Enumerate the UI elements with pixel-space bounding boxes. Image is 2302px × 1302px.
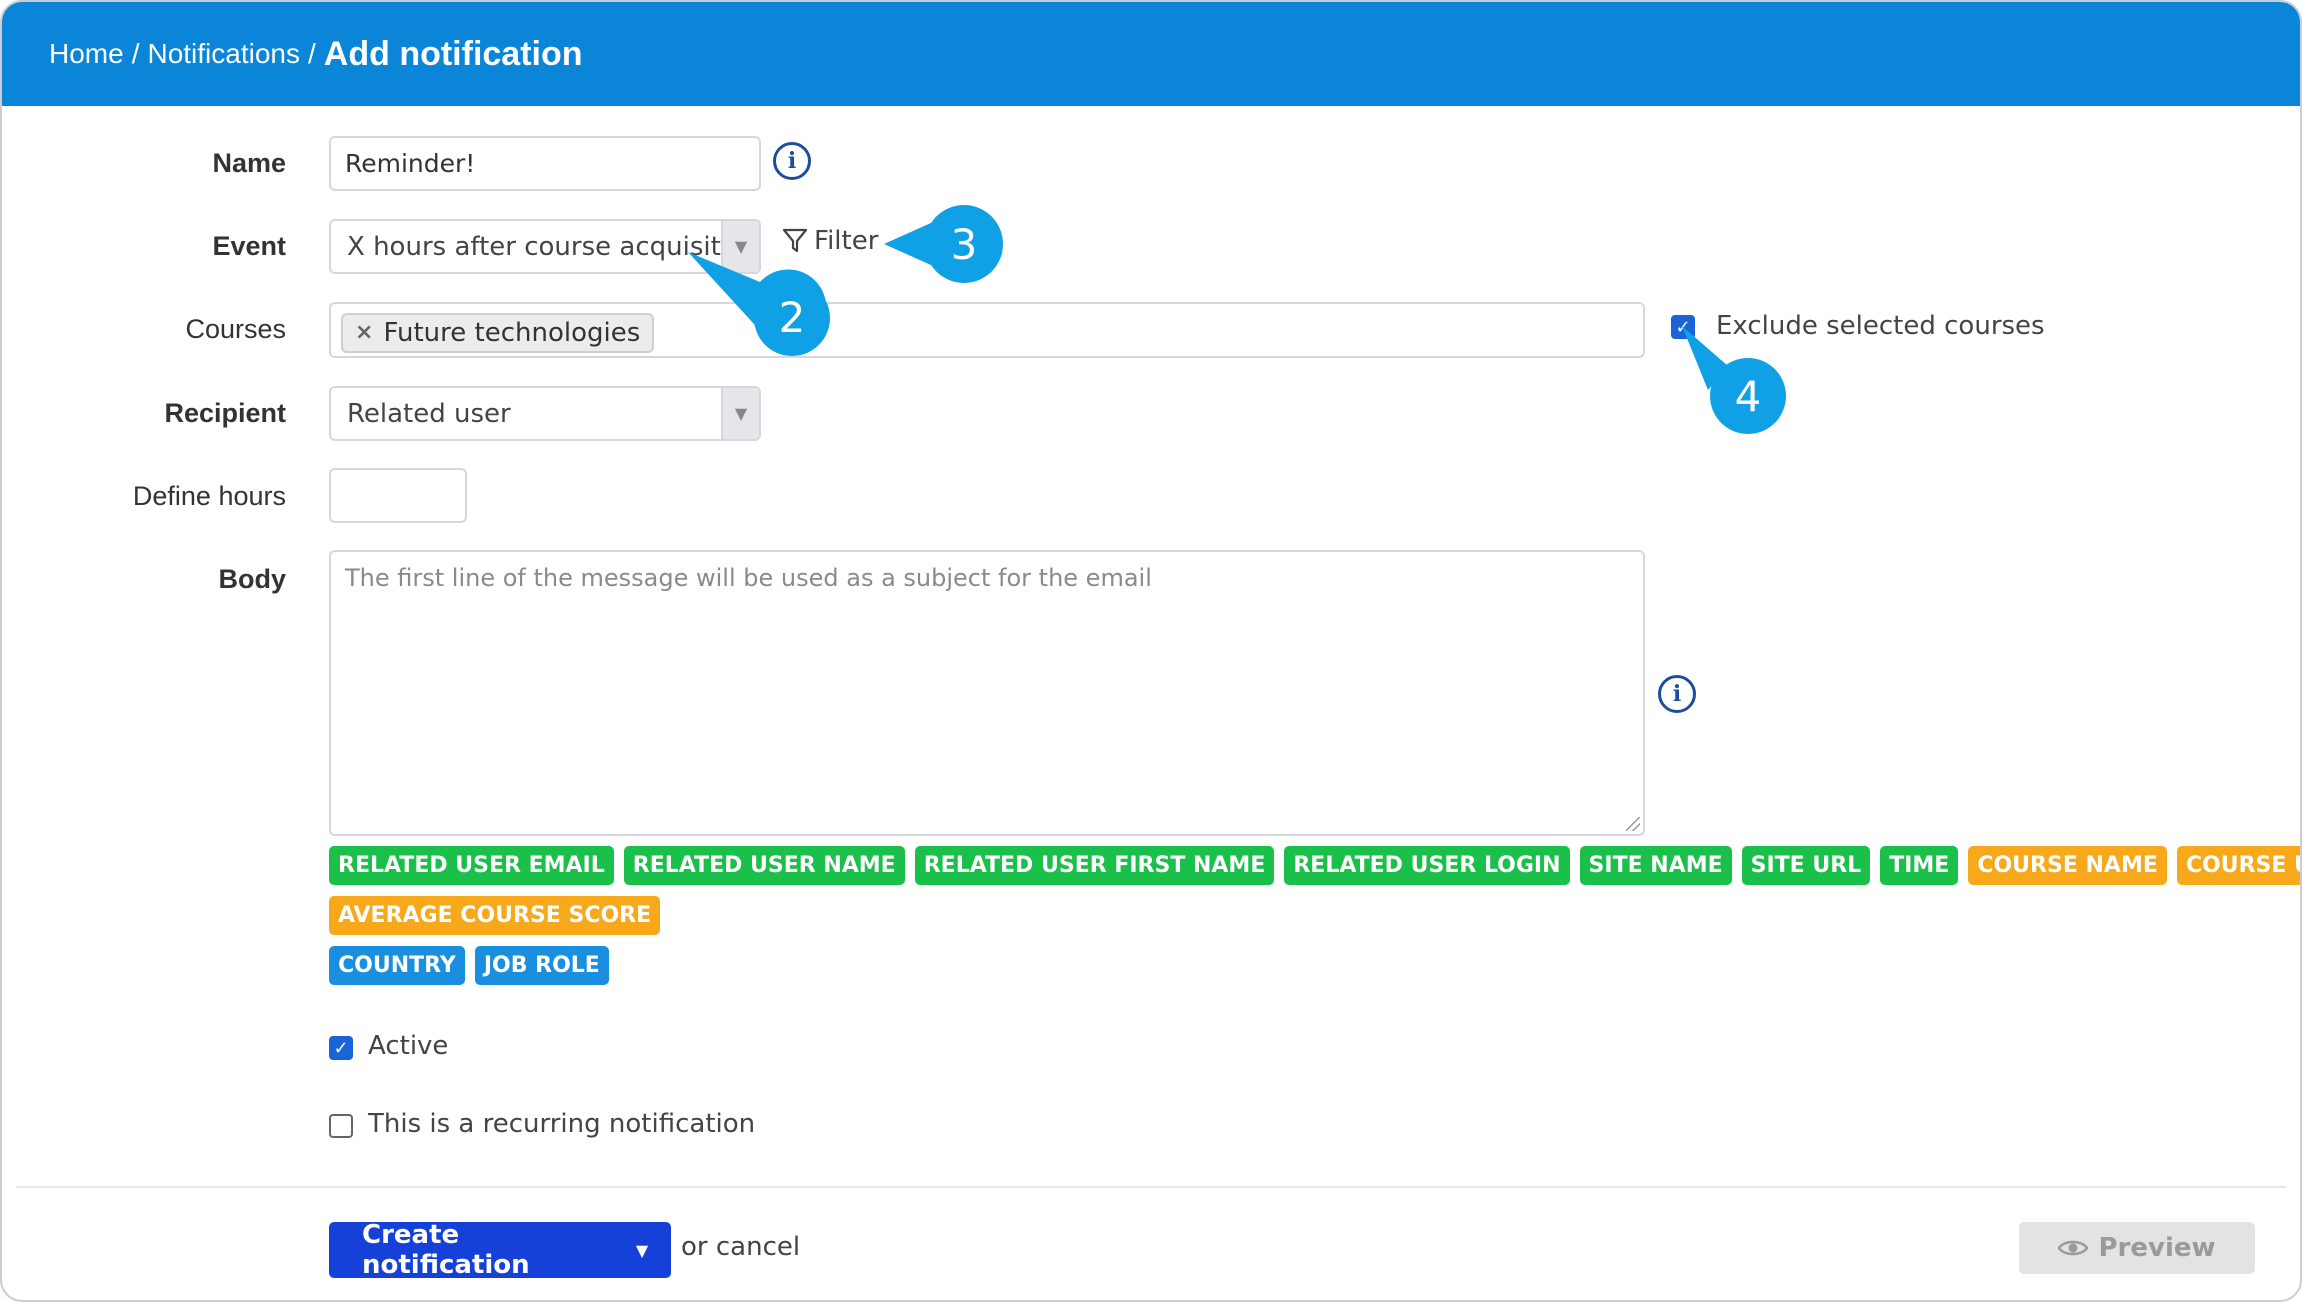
create-notification-button[interactable]: Create notification ▼ [329,1220,671,1280]
recipient-select-value: Related user [347,398,511,429]
create-notification-label: Create notification [362,1220,530,1280]
body-label: Body [218,564,287,594]
info-icon[interactable]: i [773,142,811,180]
callout-3: 3 [884,205,1003,283]
define-hours-label: Define hours [132,481,286,511]
placeholder-tag[interactable]: COUNTRY [329,946,465,985]
callout-3-number: 3 [951,220,978,269]
callout-4: 4 [1682,326,1786,434]
remove-tag-icon[interactable]: × [355,320,373,345]
placeholder-tag[interactable]: RELATED USER NAME [623,846,905,885]
define-hours-input[interactable] [329,468,467,523]
placeholder-tag[interactable]: SITE URL [1741,846,1871,885]
recipient-label: Recipient [164,398,286,428]
breadcrumb-separator: / [131,38,140,69]
courses-multiselect[interactable]: × Future technologies [329,302,1645,358]
preview-button[interactable]: Preview [2019,1222,2255,1274]
body-textarea[interactable]: The first line of the message will be us… [329,550,1645,836]
eye-icon [2058,1240,2089,1256]
preview-label: Preview [2098,1233,2216,1263]
callout-2-number: 2 [779,293,806,342]
recurring-checkbox[interactable] [329,1114,353,1138]
event-label: Event [212,231,286,261]
active-checkbox[interactable]: ✓ [329,1036,353,1060]
placeholder-tag[interactable]: RELATED USER FIRST NAME [914,846,1275,885]
callout-4-number: 4 [1735,372,1762,421]
placeholder-tag[interactable]: COURSE NAME [1968,846,2167,885]
course-tag-label: Future technologies [383,317,641,348]
breadcrumb-home[interactable]: Home [49,38,124,70]
callout-2: 2 [688,252,830,356]
recipient-select[interactable]: Related user ▼ [329,386,761,441]
cancel-link[interactable]: or cancel [681,1232,800,1262]
active-label: Active [368,1031,449,1061]
placeholder-tags: RELATED USER EMAIL RELATED USER NAME RELAT… [329,846,2300,996]
caret-down-icon[interactable]: ▼ [613,1241,671,1260]
placeholder-tag[interactable]: COURSE URL [2176,846,2300,885]
app-window: Home / Notifications / Add notification … [0,0,2302,1302]
resize-handle-icon[interactable] [1626,817,1640,831]
placeholder-tag[interactable]: TIME [1880,846,1959,885]
chevron-down-icon[interactable]: ▼ [721,388,759,439]
placeholder-tag[interactable]: RELATED USER EMAIL [329,846,614,885]
divider [16,1186,2286,1188]
placeholder-tag[interactable]: SITE NAME [1579,846,1732,885]
body-placeholder: The first line of the message will be us… [345,564,1152,592]
placeholder-row: AVERAGE COURSE SCORE [329,896,2049,935]
placeholder-row: RELATED USER EMAIL RELATED USER NAME RELAT… [329,846,2300,885]
recurring-label: This is a recurring notification [368,1109,756,1139]
name-label: Name [212,148,286,178]
breadcrumb-notifications[interactable]: Notifications [147,38,300,70]
courses-label: Courses [185,314,286,344]
placeholder-tag[interactable]: AVERAGE COURSE SCORE [329,896,661,935]
placeholder-row: COUNTRY JOB ROLE [329,946,2049,985]
course-tag: × Future technologies [341,312,655,353]
placeholder-tag[interactable]: JOB ROLE [474,946,609,985]
info-icon[interactable]: i [1658,675,1696,713]
page-title: Add notification [323,34,583,73]
page-header: Home / Notifications / Add notification [2,2,2300,106]
breadcrumb-separator: / [308,38,316,69]
name-input[interactable]: Reminder! [329,136,761,191]
placeholder-tag[interactable]: RELATED USER LOGIN [1284,846,1570,885]
